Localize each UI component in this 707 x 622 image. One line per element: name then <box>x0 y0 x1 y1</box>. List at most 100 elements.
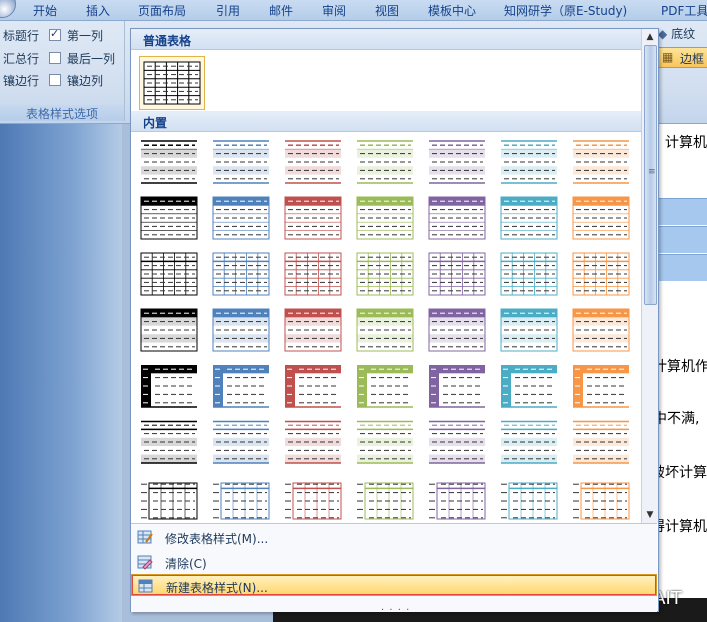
table-style-thumbnail <box>285 365 341 408</box>
style-thumb-medium-shading-4[interactable] <box>355 306 415 354</box>
table-style-thumbnail <box>357 482 414 520</box>
tab-insert[interactable]: 插入 <box>86 2 110 19</box>
style-thumb-medium-shading-7[interactable] <box>571 306 631 354</box>
style-thumb-medium-shading-6[interactable] <box>499 306 559 354</box>
new-table-style-item[interactable]: 新建表格样式(N)... <box>131 574 657 596</box>
style-thumb-light-shading-5[interactable] <box>427 138 487 186</box>
style-thumb-medium-side-3[interactable] <box>283 362 343 410</box>
style-thumb-medium-side-7[interactable] <box>571 362 631 410</box>
style-thumb-light-grid-3[interactable] <box>283 250 343 298</box>
borders-label: 边框 <box>680 52 705 66</box>
tab-review[interactable]: 审阅 <box>322 2 346 19</box>
option-header-row-checkbox[interactable] <box>49 27 61 41</box>
style-thumb-header-lines-2[interactable] <box>211 474 271 522</box>
table-style-thumbnail <box>356 308 414 352</box>
table-style-thumbnail <box>573 140 629 184</box>
resize-grip-icon[interactable]: · · · · <box>381 605 410 616</box>
modify-style-icon <box>137 530 153 544</box>
tab-cnki-estudy[interactable]: 知网研学（原E-Study) <box>504 2 627 19</box>
style-thumb-light-shading-1[interactable] <box>139 138 199 186</box>
style-thumb-medium-list-7[interactable] <box>571 418 631 466</box>
tab-home[interactable]: 开始 <box>33 2 57 19</box>
style-thumb-light-grid-2[interactable] <box>211 250 271 298</box>
option-banded-columns-label: 镶边列 <box>67 74 104 88</box>
style-thumb-header-lines-7[interactable] <box>571 474 631 522</box>
office-button[interactable] <box>0 0 16 18</box>
style-thumb-light-shading-3[interactable] <box>283 138 343 186</box>
new-table-style-label: 新建表格样式(N)... <box>166 581 268 595</box>
new-style-icon <box>138 579 153 593</box>
style-thumb-light-list-6[interactable] <box>499 194 559 242</box>
style-thumb-light-shading-6[interactable] <box>499 138 559 186</box>
modify-table-style-item[interactable]: 修改表格样式(M)... <box>131 526 657 548</box>
style-thumb-plain-table-grid[interactable] <box>139 56 205 110</box>
style-thumb-light-grid-1[interactable] <box>139 250 199 298</box>
style-thumb-medium-side-1[interactable] <box>139 362 199 410</box>
tab-template-center[interactable]: 模板中心 <box>428 2 476 19</box>
style-thumb-light-list-3[interactable] <box>283 194 343 242</box>
table-style-thumbnail <box>501 140 557 184</box>
style-thumb-light-list-7[interactable] <box>571 194 631 242</box>
style-thumb-header-lines-3[interactable] <box>283 474 343 522</box>
style-thumb-medium-shading-2[interactable] <box>211 306 271 354</box>
style-thumb-medium-side-6[interactable] <box>499 362 559 410</box>
style-thumb-header-lines-5[interactable] <box>427 474 487 522</box>
style-thumb-medium-side-4[interactable] <box>355 362 415 410</box>
shading-button[interactable]: ◆ 底纹 <box>658 25 695 42</box>
borders-button[interactable]: ▦ 边框 <box>658 47 707 68</box>
table-style-thumbnail <box>284 252 342 296</box>
table-style-thumbnail <box>572 308 630 352</box>
table-style-thumbnail <box>141 365 197 408</box>
style-thumb-light-grid-6[interactable] <box>499 250 559 298</box>
style-thumb-medium-side-5[interactable] <box>427 362 487 410</box>
table-style-thumbnail <box>572 196 630 240</box>
style-thumb-medium-list-4[interactable] <box>355 418 415 466</box>
paint-bucket-icon: ◆ <box>658 27 668 41</box>
style-thumb-light-shading-2[interactable] <box>211 138 271 186</box>
style-thumb-medium-list-6[interactable] <box>499 418 559 466</box>
table-style-thumbnail <box>141 482 198 520</box>
option-header-row-label: 标题行 <box>3 29 40 43</box>
style-thumb-light-grid-5[interactable] <box>427 250 487 298</box>
style-thumb-light-list-1[interactable] <box>139 194 199 242</box>
style-thumb-light-grid-7[interactable] <box>571 250 631 298</box>
option-total-row-checkbox[interactable] <box>49 52 61 64</box>
style-thumb-medium-side-2[interactable] <box>211 362 271 410</box>
style-thumb-medium-shading-1[interactable] <box>139 306 199 354</box>
section-title: 内置 <box>143 116 168 130</box>
style-thumb-medium-list-1[interactable] <box>139 418 199 466</box>
clear-table-style-item[interactable]: 清除(C) <box>131 551 657 573</box>
option-banded-rows-checkbox[interactable] <box>49 74 61 86</box>
borders-icon: ▦ <box>662 50 674 64</box>
scrollbar-thumb[interactable]: ≡ <box>644 45 657 305</box>
scroll-down-arrow-icon[interactable]: ▼ <box>642 508 658 522</box>
style-thumb-medium-list-3[interactable] <box>283 418 343 466</box>
gallery-scrollbar[interactable]: ▲ ≡ ▼ <box>641 29 658 523</box>
style-thumb-header-lines-6[interactable] <box>499 474 559 522</box>
style-thumb-medium-shading-3[interactable] <box>283 306 343 354</box>
tab-mailings[interactable]: 邮件 <box>269 2 293 19</box>
style-thumb-light-shading-4[interactable] <box>355 138 415 186</box>
style-thumb-medium-list-2[interactable] <box>211 418 271 466</box>
style-thumb-header-lines-1[interactable] <box>139 474 199 522</box>
table-style-thumbnail <box>285 420 341 464</box>
scroll-up-arrow-icon[interactable]: ▲ <box>642 30 658 44</box>
style-thumb-header-lines-4[interactable] <box>355 474 415 522</box>
style-thumb-light-list-4[interactable] <box>355 194 415 242</box>
gallery-menu: 修改表格样式(M)... 清除(C) 新建表格样式(N)... <box>131 523 657 612</box>
tab-page-layout[interactable]: 页面布局 <box>138 2 186 19</box>
tab-references[interactable]: 引用 <box>216 2 240 19</box>
style-thumb-light-list-2[interactable] <box>211 194 271 242</box>
tab-view[interactable]: 视图 <box>375 2 399 19</box>
style-thumb-light-grid-4[interactable] <box>355 250 415 298</box>
table-style-thumbnail <box>429 140 485 184</box>
clear-table-style-label: 清除(C) <box>165 557 207 571</box>
style-thumb-light-list-5[interactable] <box>427 194 487 242</box>
ribbon-tab-bar: 开始 插入 页面布局 引用 邮件 审阅 视图 模板中心 知网研学（原E-Stud… <box>0 0 707 21</box>
table-style-thumbnail <box>212 196 270 240</box>
style-thumb-light-shading-7[interactable] <box>571 138 631 186</box>
tab-pdf-tools[interactable]: PDF工具 <box>661 2 707 19</box>
style-thumb-medium-shading-5[interactable] <box>427 306 487 354</box>
table-style-thumbnail <box>357 140 413 184</box>
style-thumb-medium-list-5[interactable] <box>427 418 487 466</box>
